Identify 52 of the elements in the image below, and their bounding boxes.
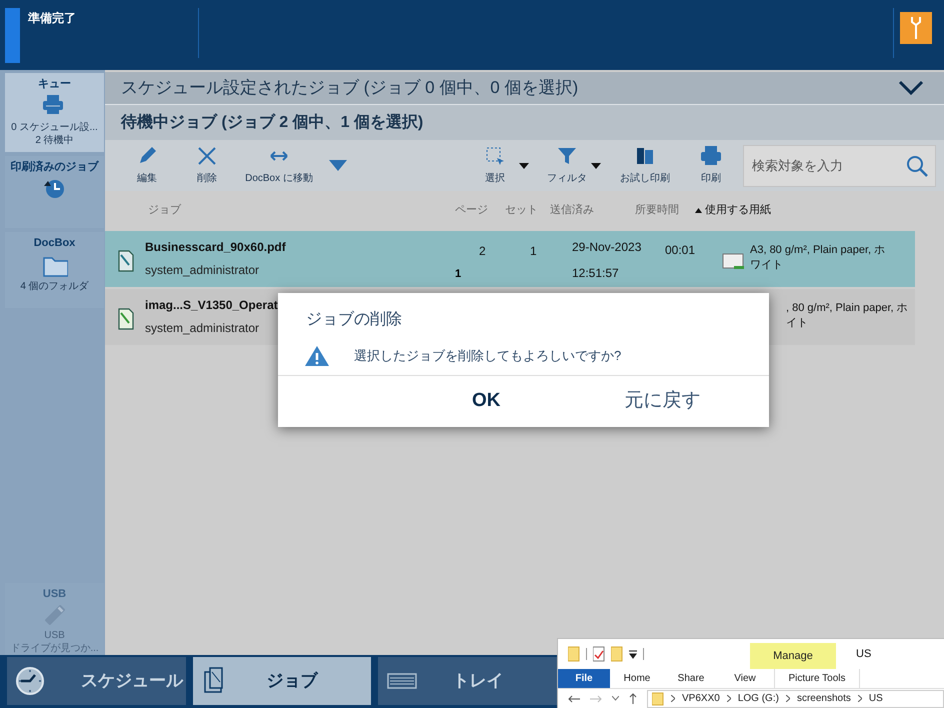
table-row[interactable]: Businesscard_90x60.pdf system_administrator 1 2 1 29-Nov-2023 12:51:57 00:01 A3, 80 g/m², Plain paper, ホ ワイト	[105, 231, 915, 287]
sidebar-item[interactable]: 印刷済みのジョブ	[5, 156, 104, 228]
table-cell: 1	[530, 244, 537, 258]
breadcrumb[interactable]: LOG (G:)	[738, 691, 779, 706]
job-owner: system_administrator	[145, 320, 260, 336]
job-name: imag...S_V1350_Operat	[145, 297, 278, 313]
dialog-message: 選択したジョブを削除してもよろしいですか?	[354, 346, 622, 365]
nav-tab[interactable]: トレイ	[378, 657, 558, 705]
column-header[interactable]: ページ	[455, 202, 488, 218]
column-header[interactable]: 使用する用紙	[695, 202, 771, 218]
table-cell-text: 29-Nov-2023	[572, 239, 642, 256]
table-cell: 2	[479, 244, 486, 258]
breadcrumb[interactable]: screenshots	[796, 691, 851, 706]
toolbar-button[interactable]: DocBox に移動	[237, 145, 321, 186]
paper-description: A3, 80 g/m², Plain paper, ホ ワイト	[750, 243, 886, 273]
sidebar-item[interactable]: DocBox 4 個のフォルダ	[5, 232, 104, 308]
table-cell: 00:01	[665, 243, 696, 257]
ribbon-tab[interactable]: Share	[664, 669, 718, 688]
toolbar-button[interactable]: 削除	[177, 145, 237, 186]
section-title: 待機中ジョブ (ジョブ 2 個中、1 個を選択)	[121, 112, 424, 132]
ribbon-context-label: Manage	[773, 648, 813, 664]
paper-description: , 80 g/m², Plain paper, ホ イト	[786, 301, 908, 331]
window-title: US	[856, 646, 872, 662]
undo-button[interactable]: 元に戻す	[610, 384, 714, 420]
column-header[interactable]: 所要時間	[635, 202, 679, 218]
table-cell: 1	[455, 268, 462, 280]
column-header[interactable]: 送信済み	[550, 202, 594, 218]
breadcrumb[interactable]: US	[868, 691, 883, 706]
nav-tab[interactable]: スケジュール	[7, 657, 186, 705]
dialog-title: ジョブの削除	[306, 310, 402, 330]
address-bar[interactable]: VP6XX0 LOG (G:) screenshots US	[647, 690, 944, 708]
job-name: Businesscard_90x60.pdf	[145, 239, 286, 255]
sidebar-item[interactable]: キュー 0 スケジュール設... 2 待機中	[5, 73, 104, 152]
job-owner: system_administrator	[145, 262, 260, 278]
table-cell-text: 12:51:57	[572, 265, 619, 282]
section-header[interactable]: スケジュール設定されたジョブ (ジョブ 0 個中、0 個を選択)	[105, 72, 944, 104]
search-field[interactable]: 検索対象を入力	[743, 144, 936, 186]
toolbar-button[interactable]: 選択	[465, 145, 525, 186]
status-text: 準備完了	[28, 10, 77, 23]
breadcrumb[interactable]: VP6XX0	[682, 691, 720, 706]
ribbon-tab[interactable]: File	[558, 669, 610, 688]
toolbar-button[interactable]: 編集	[117, 145, 177, 186]
toolbar-button[interactable]: フィルタ	[537, 145, 597, 186]
ok-button[interactable]: OK	[458, 384, 514, 420]
toolbar-button[interactable]: お試し印刷	[609, 145, 681, 186]
ribbon-tab[interactable]: Picture Tools	[774, 669, 860, 688]
nav-tab[interactable]: ジョブ	[192, 657, 372, 705]
toolbar-button[interactable]: 印刷	[681, 145, 741, 186]
ribbon-tab[interactable]: Home	[610, 669, 664, 688]
ribbon-tab[interactable]: View	[718, 669, 772, 688]
column-header[interactable]: ジョブ	[148, 202, 181, 218]
column-header[interactable]: セット	[505, 202, 538, 218]
